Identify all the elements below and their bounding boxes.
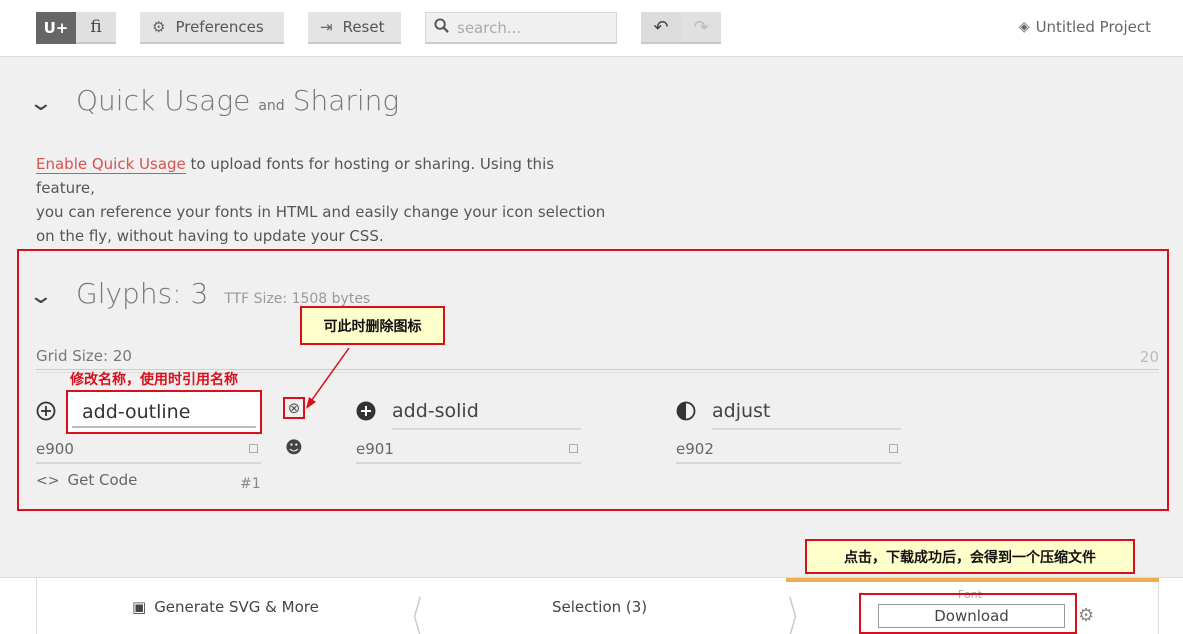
project-name: Untitled Project — [1035, 18, 1151, 36]
divider — [1158, 578, 1159, 634]
chevron-left-icon: 〈 — [402, 593, 422, 634]
glyphs-title: Glyphs: 3 — [76, 277, 209, 310]
download-button[interactable]: Download — [878, 604, 1065, 628]
quick-usage-description: Enable Quick Usage to upload fonts for h… — [36, 155, 606, 245]
glyph-code-field[interactable]: e901 ☐ — [356, 440, 581, 464]
glyph-code-field[interactable]: e900 ☐ — [36, 440, 261, 464]
top-toolbar: U+ ﬁ ⚙ Preferences ⇥ Reset ↶ ↷ ◈ Untitle… — [0, 0, 1183, 57]
adjust-icon — [676, 401, 696, 426]
copy-icon[interactable]: ☐ — [888, 442, 899, 456]
quick-usage-title-a: Quick Usage — [76, 84, 251, 117]
search-box — [425, 12, 617, 44]
ttf-size: TTF Size: 1508 bytes — [224, 291, 371, 307]
get-code-link[interactable]: <> Get Code — [36, 471, 137, 489]
rename-hint-label: 修改名称，使用时引用名称 — [70, 372, 238, 388]
divider — [36, 578, 37, 634]
glyph-index: #1 — [240, 476, 261, 492]
selection-tab[interactable]: Selection (3) — [552, 598, 647, 616]
quick-usage-title-b: Sharing — [292, 84, 400, 117]
unicode-mode-button[interactable]: U+ — [36, 12, 76, 44]
delete-glyph-button[interactable]: ⊗ — [283, 397, 305, 419]
glyph-name-input[interactable]: add-outline — [72, 396, 256, 428]
glyph-code-field[interactable]: e902 ☐ — [676, 440, 901, 464]
grid-size-label: Grid Size: 20 — [36, 347, 132, 365]
copy-icon[interactable]: ☐ — [248, 442, 259, 456]
font-tab-indicator — [786, 578, 1159, 582]
download-hint-callout: 点击，下载成功后，会得到一个压缩文件 — [805, 539, 1135, 574]
close-circle-icon: ⊗ — [287, 399, 301, 417]
reset-button[interactable]: ⇥ Reset — [308, 12, 401, 44]
glyph-name-input[interactable]: adjust — [712, 400, 901, 430]
reset-icon: ⇥ — [320, 18, 333, 36]
glyph-name-input[interactable]: add-solid — [392, 400, 581, 430]
gear-icon: ⚙ — [152, 18, 166, 36]
search-icon — [434, 18, 449, 37]
reset-label: Reset — [342, 18, 385, 36]
layers-icon: ◈ — [1018, 19, 1030, 35]
quick-usage-header[interactable]: ⌄ Quick Usage and Sharing — [28, 84, 400, 117]
glyph-name-edit-highlight: add-outline — [66, 390, 262, 434]
ligature-mode-button[interactable]: ﬁ — [76, 12, 116, 44]
project-selector[interactable]: ◈ Untitled Project — [1019, 18, 1151, 36]
chevron-down-icon: ⌄ — [28, 91, 54, 116]
chevron-right-icon: 〉 — [788, 593, 808, 634]
undo-button[interactable]: ↶ — [641, 12, 681, 44]
quick-usage-title-and: and — [258, 98, 285, 114]
delete-hint-callout: 可此时删除图标 — [300, 306, 445, 345]
image-icon: ▣ — [132, 598, 147, 616]
redo-icon: ↷ — [693, 16, 709, 38]
preferences-button[interactable]: ⚙ Preferences — [140, 12, 284, 44]
enable-quick-usage-link[interactable]: Enable Quick Usage — [36, 155, 186, 174]
glyph-mode-toggle: U+ ﬁ — [36, 12, 116, 44]
add-outline-icon — [36, 401, 56, 426]
history-controls: ↶ ↷ — [641, 12, 721, 44]
copy-icon[interactable]: ☐ — [568, 442, 579, 456]
chevron-down-icon: ⌄ — [28, 284, 54, 309]
gear-icon[interactable]: ⚙ — [1078, 605, 1094, 626]
code-icon: <> — [36, 473, 60, 489]
smiley-icon[interactable]: ☻ — [285, 438, 303, 458]
redo-button[interactable]: ↷ — [681, 12, 721, 44]
add-solid-icon — [356, 401, 376, 426]
grid-size-value: 20 — [1139, 348, 1159, 366]
undo-icon: ↶ — [653, 16, 669, 38]
search-input[interactable] — [457, 18, 597, 37]
generate-svg-tab[interactable]: ▣ Generate SVG & More — [132, 598, 319, 616]
preferences-label: Preferences — [175, 18, 264, 36]
